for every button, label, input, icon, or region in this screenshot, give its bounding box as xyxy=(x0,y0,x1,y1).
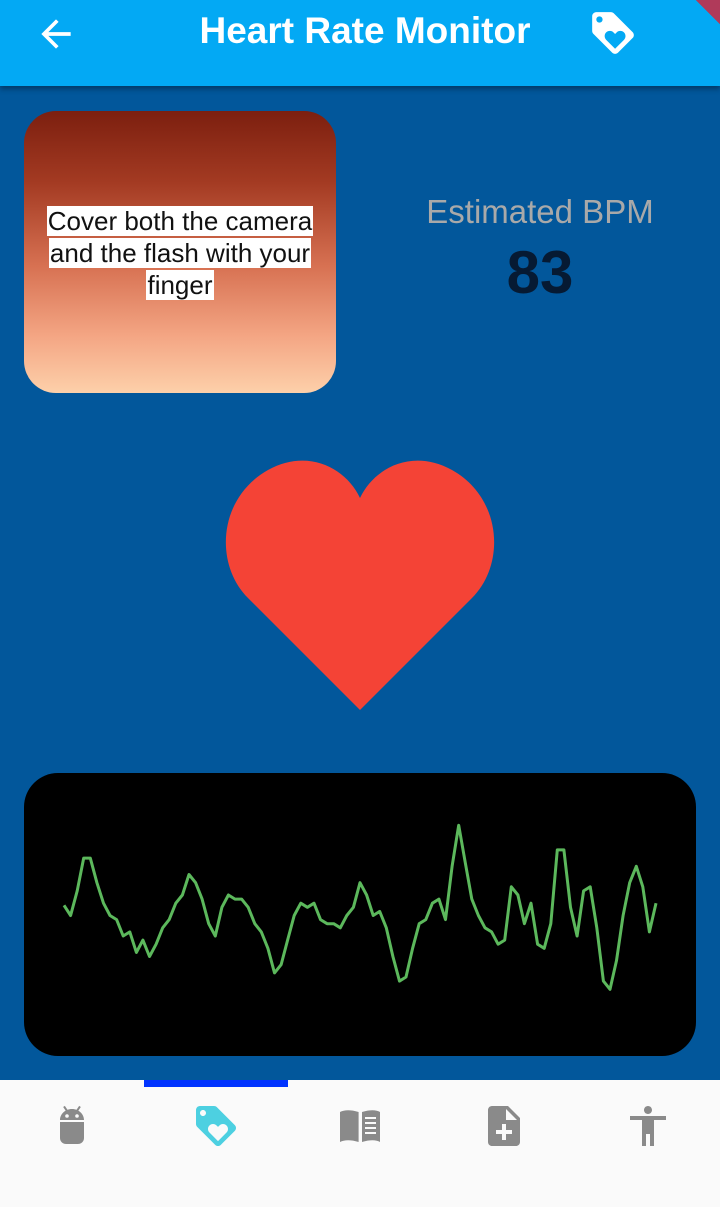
heart-icon xyxy=(225,460,495,710)
bpm-label: Estimated BPM xyxy=(426,193,654,230)
camera-hint-text: Cover both the camera and the flash with… xyxy=(46,206,314,300)
camera-preview: Cover both the camera and the flash with… xyxy=(24,111,336,393)
bpm-value: 83 xyxy=(506,239,574,306)
tag-heart-icon xyxy=(196,1106,236,1146)
heart-signal-chart xyxy=(24,773,696,1056)
nav-item-accessibility[interactable] xyxy=(576,1080,720,1180)
heart-signal-line xyxy=(62,823,658,991)
nav-item-heart-rate[interactable] xyxy=(144,1080,288,1180)
book-icon xyxy=(340,1110,380,1142)
note-add-icon xyxy=(488,1106,520,1146)
heart-signal-plot xyxy=(62,823,658,991)
nav-item-note-add[interactable] xyxy=(432,1080,576,1180)
nav-active-indicator xyxy=(144,1080,288,1087)
nav-item-book[interactable] xyxy=(288,1080,432,1180)
bottom-navigation xyxy=(0,1080,720,1207)
app-bar: Heart Rate Monitor xyxy=(0,0,720,86)
accessibility-icon xyxy=(630,1106,666,1146)
android-icon xyxy=(60,1105,84,1144)
nav-item-android[interactable] xyxy=(0,1080,144,1180)
loyalty-tag-heart-icon[interactable] xyxy=(588,8,638,58)
debug-banner xyxy=(680,0,720,40)
